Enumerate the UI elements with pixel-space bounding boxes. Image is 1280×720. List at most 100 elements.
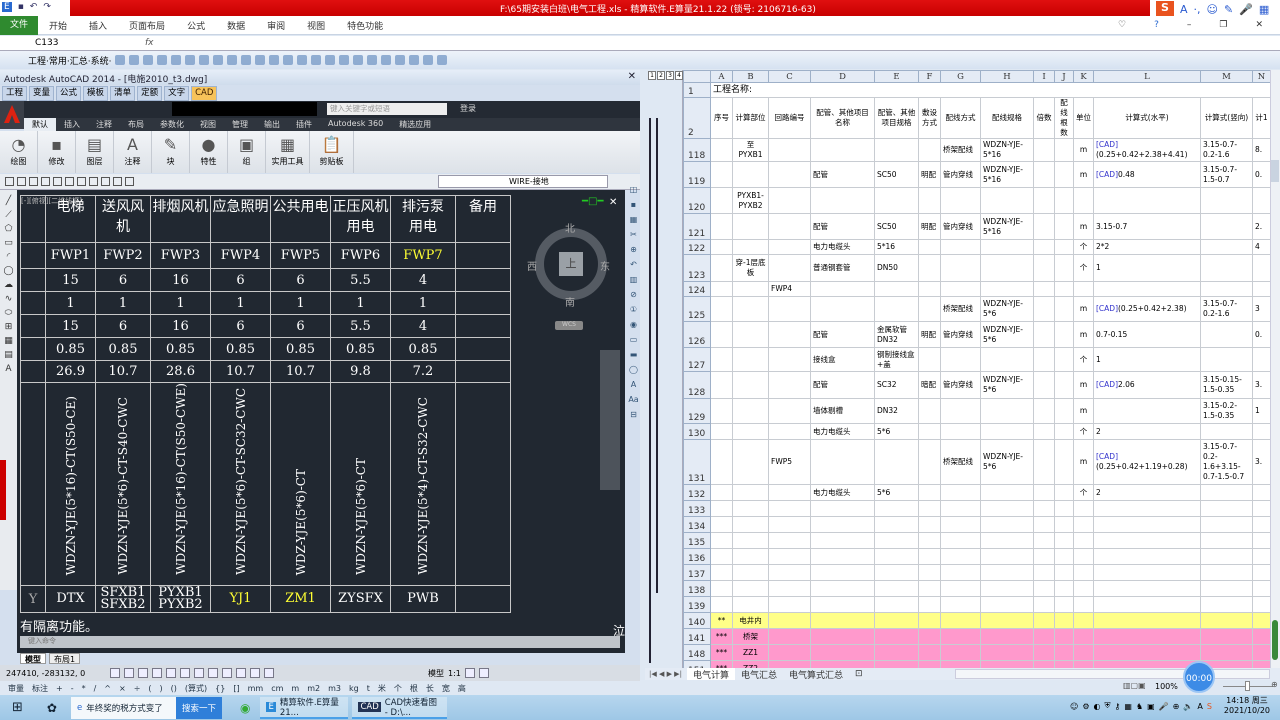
table-cell[interactable]	[1033, 239, 1055, 255]
table-cell[interactable]: SC32	[874, 371, 919, 399]
lineweight-icon[interactable]	[222, 668, 232, 678]
table-cell[interactable]: WDZN-YJE-5*6	[980, 371, 1034, 399]
table-cell[interactable]: 穿-1层底板	[732, 254, 769, 282]
side-tool-icon[interactable]: ▪	[631, 200, 636, 209]
table-cell[interactable]: 0.	[1252, 321, 1271, 348]
outline-level-button[interactable]: 3	[666, 71, 674, 80]
cad-ribbon-tab[interactable]: 默认	[24, 118, 56, 131]
annotation-scale[interactable]: 1:1	[448, 669, 461, 678]
grid-icon[interactable]: ▦	[1259, 3, 1269, 16]
table-cell[interactable]	[918, 296, 941, 322]
table-cell[interactable]	[732, 398, 769, 424]
table-cell[interactable]	[1033, 423, 1055, 440]
table-cell[interactable]	[940, 484, 981, 501]
table-cell[interactable]	[1054, 138, 1074, 162]
table-cell[interactable]: 配线规格	[980, 97, 1034, 139]
new-icon[interactable]	[5, 177, 14, 186]
table-cell[interactable]	[768, 548, 811, 565]
table-cell[interactable]	[874, 596, 919, 613]
table-cell[interactable]	[1073, 516, 1094, 533]
table-cell[interactable]: 桥架配线	[940, 138, 981, 162]
table-cell[interactable]: 4	[1252, 239, 1271, 255]
side-tool-icon[interactable]: Aa	[628, 395, 638, 404]
calc-symbol-button[interactable]: t	[367, 684, 370, 693]
table-cell[interactable]	[710, 254, 733, 282]
column-header[interactable]: F	[918, 70, 941, 83]
table-cell[interactable]	[768, 347, 811, 372]
table-cell[interactable]	[980, 484, 1034, 501]
plugin-tab[interactable]: 工程	[2, 86, 28, 101]
table-cell[interactable]	[710, 596, 733, 613]
table-cell[interactable]: 1	[1252, 398, 1271, 424]
table-cell[interactable]	[710, 239, 733, 255]
table-cell[interactable]: 5*6	[874, 423, 919, 440]
app-icon[interactable]: ✿	[41, 697, 63, 719]
cad-formula-cell[interactable]: [CAD](0.25+0.42+1.19+0.28)	[1093, 439, 1201, 485]
table-cell[interactable]	[1054, 516, 1074, 533]
tray-icon[interactable]: ▣	[1147, 702, 1155, 711]
table-cell[interactable]	[1073, 187, 1094, 214]
cad-ribbon-tab[interactable]: 插件	[288, 118, 320, 131]
table-cell[interactable]: 墙体剔槽	[810, 398, 875, 424]
osnap-icon[interactable]	[166, 668, 176, 678]
tab-data[interactable]: 数据	[216, 19, 256, 32]
mic-icon[interactable]: 🎤	[1239, 3, 1253, 16]
table-cell[interactable]	[1054, 254, 1074, 282]
cut-icon[interactable]	[65, 177, 74, 186]
quick-access-toolbar[interactable]: E ▪ ↶ ↷	[2, 2, 51, 12]
table-cell[interactable]: 单位	[1073, 97, 1094, 139]
calc-symbol-button[interactable]: (	[148, 684, 151, 693]
cad-formula-cell[interactable]: [CAD](0.25+0.42+2.38)	[1093, 296, 1201, 322]
volume-icon[interactable]: 🔈	[1183, 702, 1193, 711]
table-cell[interactable]: 金属软管DN32	[874, 321, 919, 348]
table-cell[interactable]	[768, 371, 811, 399]
table-cell[interactable]	[918, 398, 941, 424]
login-button[interactable]: 登录	[460, 103, 476, 114]
table-cell[interactable]	[1054, 371, 1074, 399]
row-number[interactable]: 136	[683, 548, 711, 565]
table-cell[interactable]: 桥架	[732, 628, 769, 645]
taskbar-search[interactable]: e 年终奖的税方式变了	[70, 696, 176, 719]
table-cell[interactable]	[1033, 281, 1055, 297]
table-cell[interactable]	[768, 628, 811, 645]
table-cell[interactable]	[768, 500, 811, 517]
table-cell[interactable]	[918, 439, 941, 485]
row-number[interactable]: 148	[683, 644, 711, 661]
table-cell[interactable]: 管内穿线	[940, 161, 981, 188]
table-cell[interactable]	[710, 347, 733, 372]
table-cell[interactable]: 电井内	[732, 612, 769, 629]
table-cell[interactable]	[918, 239, 941, 255]
table-cell[interactable]	[1093, 596, 1201, 613]
toolbar-icon[interactable]	[325, 55, 336, 65]
table-cell[interactable]	[1093, 187, 1201, 214]
otrack-icon[interactable]	[180, 668, 190, 678]
row-number[interactable]: 133	[683, 500, 711, 517]
table-cell[interactable]: m	[1073, 213, 1094, 240]
table-cell[interactable]	[732, 439, 769, 485]
table-cell[interactable]	[710, 296, 733, 322]
zoom-slider[interactable]	[1245, 681, 1250, 691]
table-cell[interactable]	[1252, 423, 1271, 440]
toolbar-icon[interactable]	[255, 55, 266, 65]
table-cell[interactable]	[1073, 532, 1094, 549]
table-cell[interactable]	[710, 500, 733, 517]
table-cell[interactable]	[940, 548, 981, 565]
table-cell[interactable]	[940, 564, 981, 581]
circle-icon[interactable]: ◯	[3, 266, 13, 276]
toolbar-icon[interactable]	[143, 55, 154, 65]
table-cell[interactable]	[1054, 161, 1074, 188]
row-number[interactable]: 131	[683, 439, 711, 485]
table-cell[interactable]	[710, 321, 733, 348]
table-cell[interactable]	[918, 548, 941, 565]
row-number[interactable]: 140	[683, 612, 711, 629]
table-cell[interactable]: 3.15-0.7	[1093, 213, 1201, 240]
table-cell[interactable]	[1093, 281, 1201, 297]
table-cell[interactable]	[1054, 644, 1074, 661]
undo-icon[interactable]	[101, 177, 110, 186]
table-cell[interactable]: 电力电缆头	[810, 423, 875, 440]
table-cell[interactable]	[1033, 516, 1055, 533]
project-name-cell[interactable]: 工程名称:	[710, 82, 1271, 98]
table-cell[interactable]	[874, 644, 919, 661]
cad-formula-cell[interactable]: [CAD]2.06	[1093, 371, 1201, 399]
table-cell[interactable]	[1073, 500, 1094, 517]
